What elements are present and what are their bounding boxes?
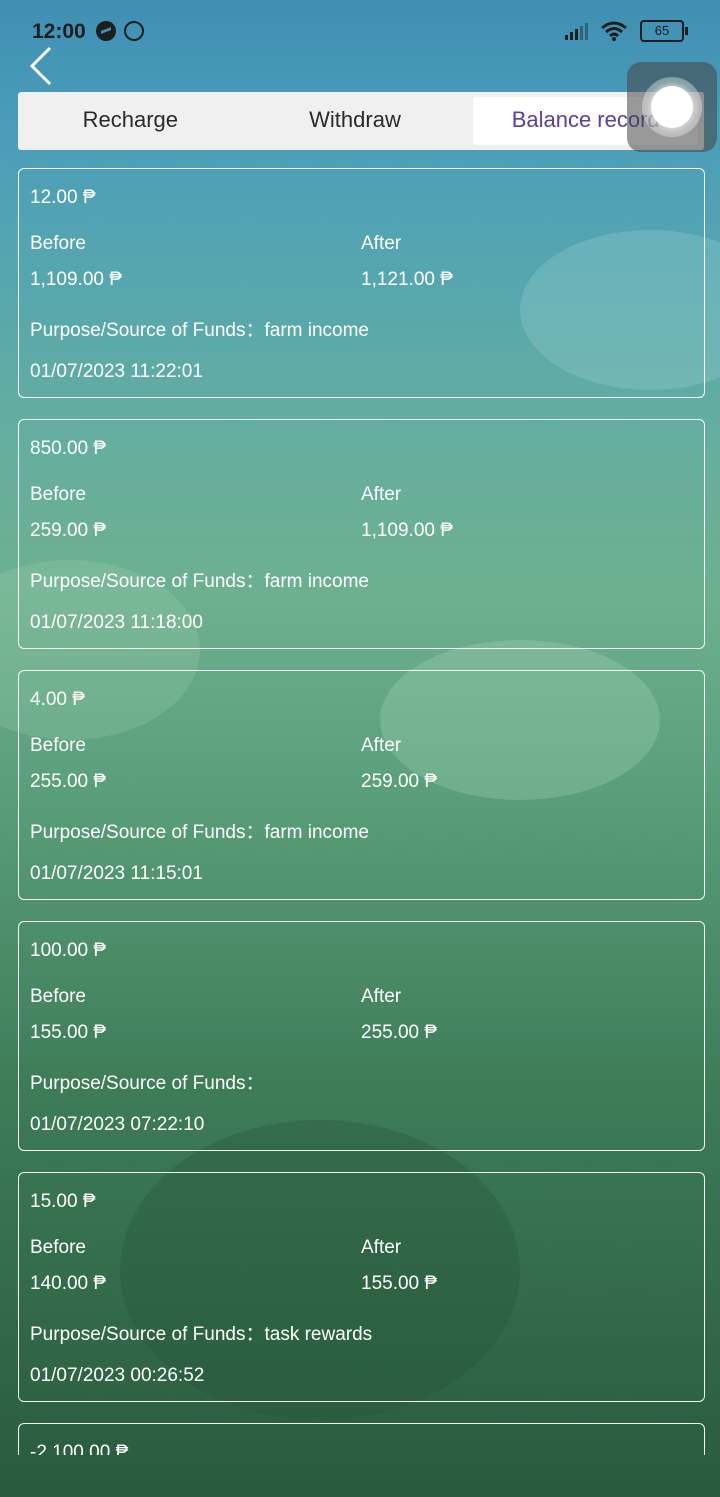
before-value: 1,109.00 ₱ (30, 269, 122, 290)
before-label: Before (30, 735, 86, 756)
purpose-line: Purpose/Source of Funds：farm income (30, 315, 369, 342)
signal-icon (565, 22, 588, 40)
tab-recharge[interactable]: Recharge (18, 92, 243, 150)
purpose-value: farm income (264, 822, 369, 843)
purpose-value: farm income (264, 320, 369, 341)
record-card: 4.00 ₱ Before After 255.00 ₱ 259.00 ₱ Pu… (18, 670, 705, 900)
before-value: 155.00 ₱ (30, 1022, 107, 1043)
before-label: Before (30, 233, 86, 254)
purpose-label: Purpose/Source of Funds： (30, 822, 265, 843)
before-label: Before (30, 484, 86, 505)
record-amount: 100.00 ₱ (30, 940, 107, 961)
record-amount: -2,100.00 ₱ (30, 1442, 129, 1455)
battery-icon: 65 (640, 20, 688, 42)
purpose-line: Purpose/Source of Funds：task rewards (30, 1319, 372, 1346)
record-card: 850.00 ₱ Before After 259.00 ₱ 1,109.00 … (18, 419, 705, 649)
record-card: -2,100.00 ₱ (18, 1423, 705, 1455)
before-label: Before (30, 1237, 86, 1258)
after-value: 1,121.00 ₱ (361, 269, 453, 290)
record-card: 15.00 ₱ Before After 140.00 ₱ 155.00 ₱ P… (18, 1172, 705, 1402)
record-amount: 12.00 ₱ (30, 187, 96, 208)
after-label: After (361, 233, 402, 254)
record-datetime: 01/07/2023 07:22:10 (30, 1114, 205, 1135)
record-datetime: 01/07/2023 00:26:52 (30, 1365, 205, 1386)
record-card: 12.00 ₱ Before After 1,109.00 ₱ 1,121.00… (18, 168, 705, 398)
balance-record-list[interactable]: 12.00 ₱ Before After 1,109.00 ₱ 1,121.00… (18, 168, 705, 1455)
before-value: 140.00 ₱ (30, 1273, 107, 1294)
record-datetime: 01/07/2023 11:18:00 (30, 612, 203, 633)
tab-withdraw[interactable]: Withdraw (243, 92, 468, 150)
before-value: 259.00 ₱ (30, 520, 107, 541)
after-label: After (361, 484, 402, 505)
record-amount: 850.00 ₱ (30, 438, 107, 459)
wifi-icon (601, 21, 627, 41)
assistive-touch-icon[interactable] (627, 62, 717, 152)
status-bar: 12:00 65 (0, 0, 720, 60)
after-label: After (361, 986, 402, 1007)
after-value: 155.00 ₱ (361, 1273, 438, 1294)
purpose-line: Purpose/Source of Funds：farm income (30, 566, 369, 593)
record-amount: 15.00 ₱ (30, 1191, 96, 1212)
circle-icon (124, 21, 144, 41)
before-label: Before (30, 986, 86, 1007)
purpose-label: Purpose/Source of Funds： (30, 1324, 265, 1345)
status-time: 12:00 (32, 20, 86, 43)
after-label: After (361, 1237, 402, 1258)
record-datetime: 01/07/2023 11:15:01 (30, 863, 203, 884)
record-datetime: 01/07/2023 11:22:01 (30, 361, 203, 382)
purpose-value: farm income (264, 571, 369, 592)
purpose-label: Purpose/Source of Funds： (30, 571, 265, 592)
record-amount: 4.00 ₱ (30, 689, 85, 710)
after-value: 255.00 ₱ (361, 1022, 438, 1043)
purpose-label: Purpose/Source of Funds： (30, 1073, 265, 1094)
purpose-label: Purpose/Source of Funds： (30, 320, 265, 341)
back-chevron-icon[interactable] (24, 42, 64, 90)
record-card: 100.00 ₱ Before After 155.00 ₱ 255.00 ₱ … (18, 921, 705, 1151)
messenger-icon (96, 21, 116, 41)
purpose-line: Purpose/Source of Funds： (30, 1068, 264, 1095)
purpose-value: task rewards (264, 1324, 373, 1345)
before-value: 255.00 ₱ (30, 771, 107, 792)
after-value: 259.00 ₱ (361, 771, 438, 792)
tab-bar: Recharge Withdraw Balance record (18, 92, 704, 150)
purpose-line: Purpose/Source of Funds：farm income (30, 817, 369, 844)
after-value: 1,109.00 ₱ (361, 520, 453, 541)
after-label: After (361, 735, 402, 756)
